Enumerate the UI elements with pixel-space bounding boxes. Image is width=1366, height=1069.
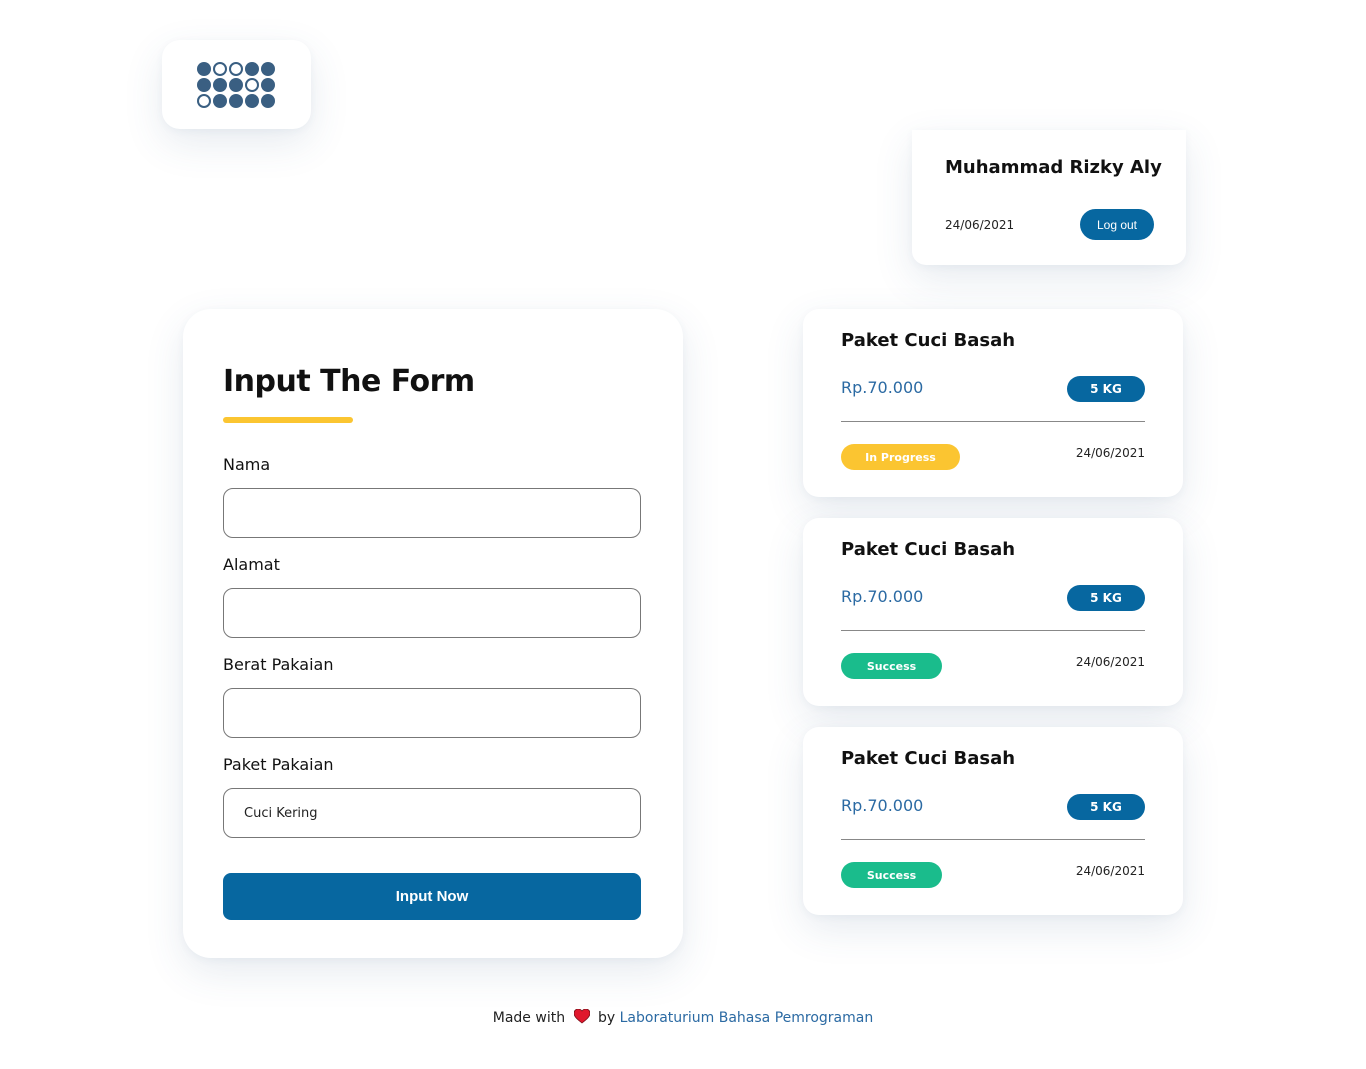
- logo-dot: [261, 62, 275, 76]
- order-date: 24/06/2021: [1075, 864, 1145, 878]
- logo-dot: [245, 78, 259, 92]
- logo-dot: [229, 62, 243, 76]
- input-form: Input The Form Nama Alamat Berat Pakaian…: [183, 309, 683, 958]
- weight-badge: 5 KG: [1067, 794, 1145, 820]
- order-price: Rp.70.000: [841, 378, 924, 397]
- divider: [841, 839, 1145, 840]
- paket-pakaian-input[interactable]: [223, 788, 641, 838]
- logo-dot: [245, 62, 259, 76]
- status-badge: Success: [841, 653, 942, 679]
- input-now-button[interactable]: Input Now: [223, 873, 641, 920]
- alamat-input[interactable]: [223, 588, 641, 638]
- divider: [841, 421, 1145, 422]
- order-date: 24/06/2021: [1075, 655, 1145, 669]
- footer: Made with by Laboraturium Bahasa Pemrogr…: [0, 1008, 1366, 1028]
- logo-dot: [261, 78, 275, 92]
- heart-icon: [573, 1008, 590, 1028]
- logo-icon: [197, 62, 275, 108]
- status-badge: In Progress: [841, 444, 960, 470]
- order-title: Paket Cuci Basah: [841, 539, 1016, 560]
- logo-dot: [229, 94, 243, 108]
- logo-dot: [197, 78, 211, 92]
- logo-dot: [245, 94, 259, 108]
- logo-dot: [229, 78, 243, 92]
- status-badge: Success: [841, 862, 942, 888]
- user-date: 24/06/2021: [945, 218, 1015, 232]
- order-card[interactable]: Paket Cuci Basah Rp.70.000 5 KG In Progr…: [803, 309, 1183, 497]
- logo-card[interactable]: [162, 40, 311, 129]
- berat-pakaian-label: Berat Pakaian: [223, 655, 334, 674]
- logout-button[interactable]: Log out: [1080, 209, 1154, 240]
- order-title: Paket Cuci Basah: [841, 748, 1016, 769]
- order-card[interactable]: Paket Cuci Basah Rp.70.000 5 KG Success …: [803, 518, 1183, 706]
- weight-badge: 5 KG: [1067, 376, 1145, 402]
- logo-dot: [213, 94, 227, 108]
- order-price: Rp.70.000: [841, 587, 924, 606]
- order-card[interactable]: Paket Cuci Basah Rp.70.000 5 KG Success …: [803, 727, 1183, 915]
- weight-badge: 5 KG: [1067, 585, 1145, 611]
- logo-dot: [197, 94, 211, 108]
- footer-link[interactable]: Laboraturium Bahasa Pemrograman: [620, 1010, 874, 1026]
- title-underline: [223, 417, 353, 423]
- nama-label: Nama: [223, 455, 271, 474]
- user-card: Muhammad Rizky Aly 24/06/2021 Log out: [912, 130, 1186, 265]
- order-price: Rp.70.000: [841, 796, 924, 815]
- logo-dot: [213, 62, 227, 76]
- footer-by: by: [597, 1010, 616, 1026]
- order-date: 24/06/2021: [1075, 446, 1145, 460]
- form-title: Input The Form: [223, 364, 475, 399]
- berat-pakaian-input[interactable]: [223, 688, 641, 738]
- logo-dot: [213, 78, 227, 92]
- footer-made-with: Made with: [492, 1010, 566, 1026]
- paket-pakaian-label: Paket Pakaian: [223, 755, 334, 774]
- user-name: Muhammad Rizky Aly: [945, 157, 1162, 178]
- order-title: Paket Cuci Basah: [841, 330, 1016, 351]
- logo-dot: [261, 94, 275, 108]
- alamat-label: Alamat: [223, 555, 280, 574]
- divider: [841, 630, 1145, 631]
- nama-input[interactable]: [223, 488, 641, 538]
- logo-dot: [197, 62, 211, 76]
